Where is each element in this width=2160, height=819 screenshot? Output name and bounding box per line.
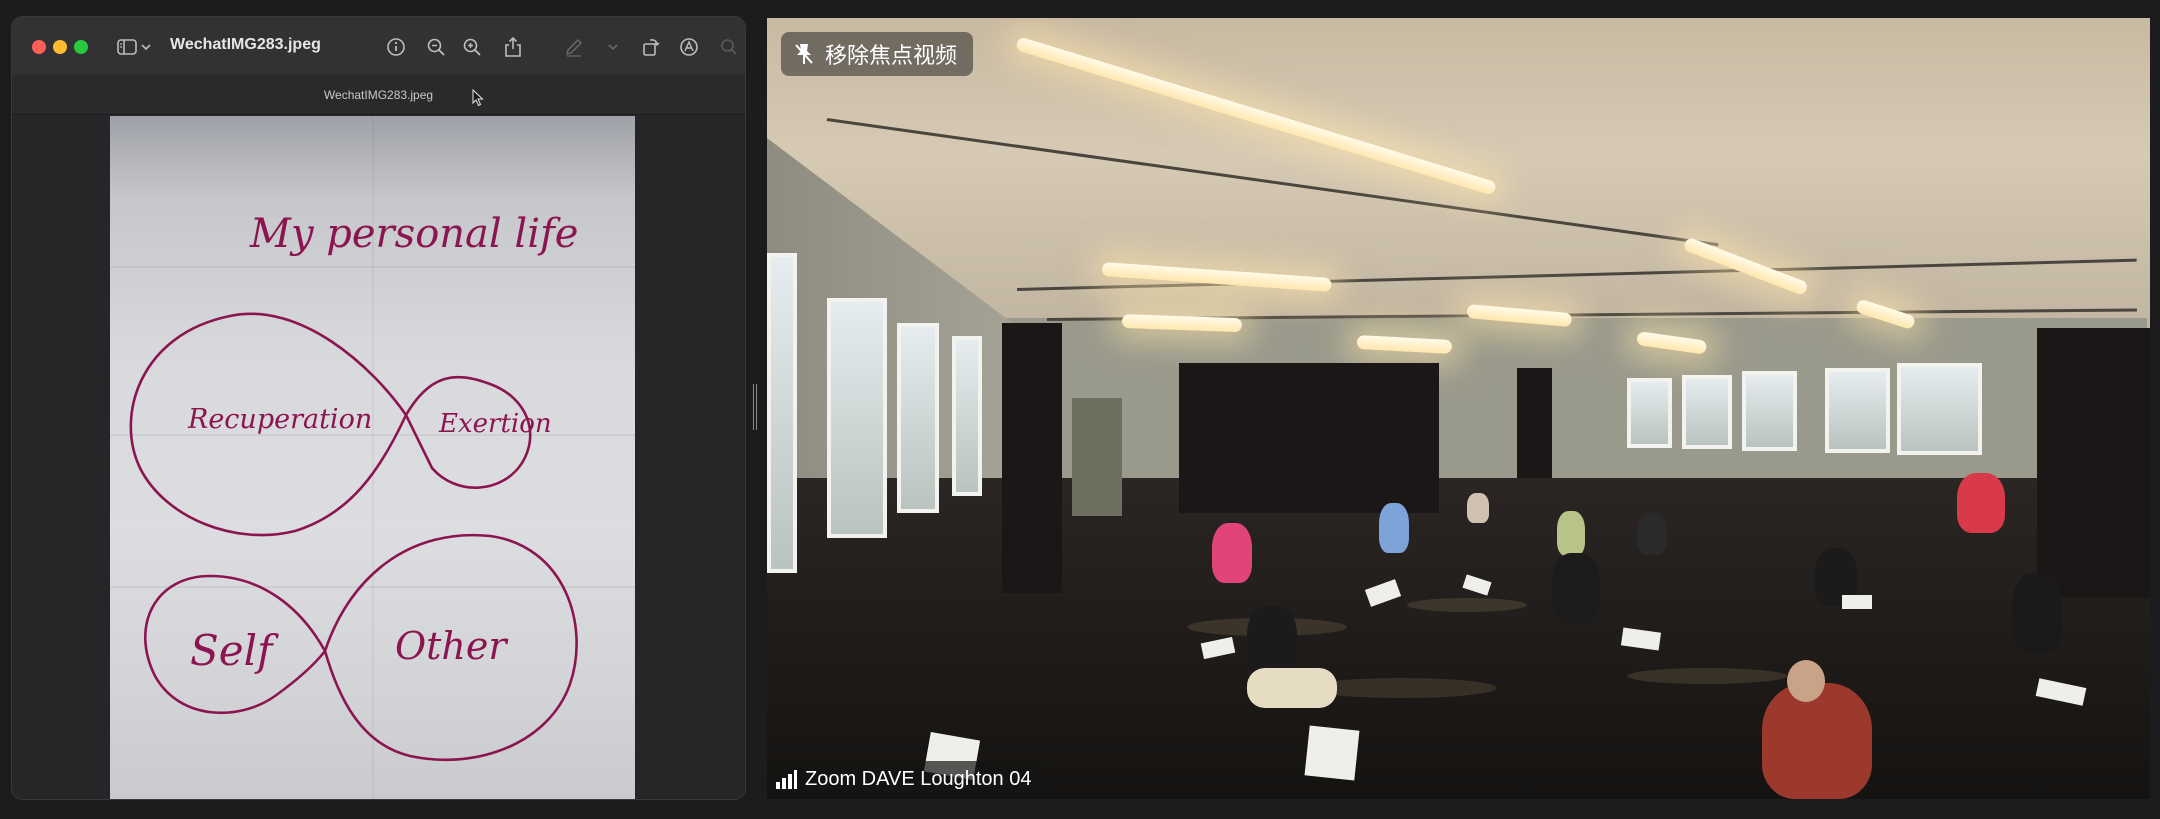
participant-name-tag: Zoom DAVE Loughton 04: [769, 761, 1042, 797]
label-exertion: Exertion: [439, 409, 552, 439]
zoom-video-feed[interactable]: 移除焦点视频 Zoom DAVE Loughton 04: [767, 18, 2150, 799]
label-other: Other: [395, 624, 507, 668]
chevron-down-icon: [608, 44, 618, 51]
share-button[interactable]: [501, 35, 525, 59]
preview-window: WechatIMG283.jpeg WechatIMG283.jpeg My p…: [11, 16, 746, 800]
zoom-in-icon: [463, 38, 481, 56]
unpin-video-button[interactable]: 移除焦点视频: [781, 32, 974, 76]
rotate-icon: [643, 39, 660, 56]
search-icon: [721, 39, 737, 55]
close-window-button[interactable]: [32, 40, 46, 54]
minimize-window-button[interactable]: [53, 40, 67, 54]
markup-menu-button[interactable]: [601, 35, 625, 59]
share-icon: [505, 36, 521, 57]
zoom-out-button[interactable]: [424, 35, 448, 59]
info-button[interactable]: [384, 35, 408, 59]
pane-splitter-handle[interactable]: [753, 384, 757, 430]
zoom-out-icon: [427, 38, 445, 56]
sidebar-toggle-button[interactable]: [117, 36, 157, 58]
search-button[interactable]: [717, 35, 741, 59]
handwritten-page-image: My personal life Recuperation Exertion S…: [110, 116, 635, 799]
window-title: WechatIMG283.jpeg: [170, 36, 321, 53]
document-subtitle-bar: WechatIMG283.jpeg: [12, 75, 745, 115]
markup-button[interactable]: [562, 35, 586, 59]
mouse-cursor-icon: [472, 89, 484, 107]
signal-strength-icon: [776, 770, 797, 789]
infinity-loops-drawing: [129, 312, 578, 762]
label-self: Self: [190, 626, 273, 675]
sidebar-icon: [117, 39, 137, 55]
zoom-window-button[interactable]: [74, 40, 88, 54]
rotate-button[interactable]: [639, 35, 663, 59]
document-area[interactable]: My personal life Recuperation Exertion S…: [12, 116, 745, 799]
zoom-in-button[interactable]: [460, 35, 484, 59]
participant-name: Zoom DAVE Loughton 04: [805, 767, 1032, 790]
markup-pen-icon: [565, 38, 583, 57]
annotate-icon: [680, 38, 698, 56]
annotate-button[interactable]: [677, 35, 701, 59]
unpin-video-label: 移除焦点视频: [825, 43, 958, 68]
window-titlebar: WechatIMG283.jpeg: [12, 17, 745, 75]
document-subtitle: WechatIMG283.jpeg: [323, 87, 434, 102]
label-recuperation: Recuperation: [188, 404, 373, 435]
info-icon: [387, 38, 405, 56]
pin-icon: [795, 44, 813, 64]
chevron-down-icon: [141, 44, 151, 51]
